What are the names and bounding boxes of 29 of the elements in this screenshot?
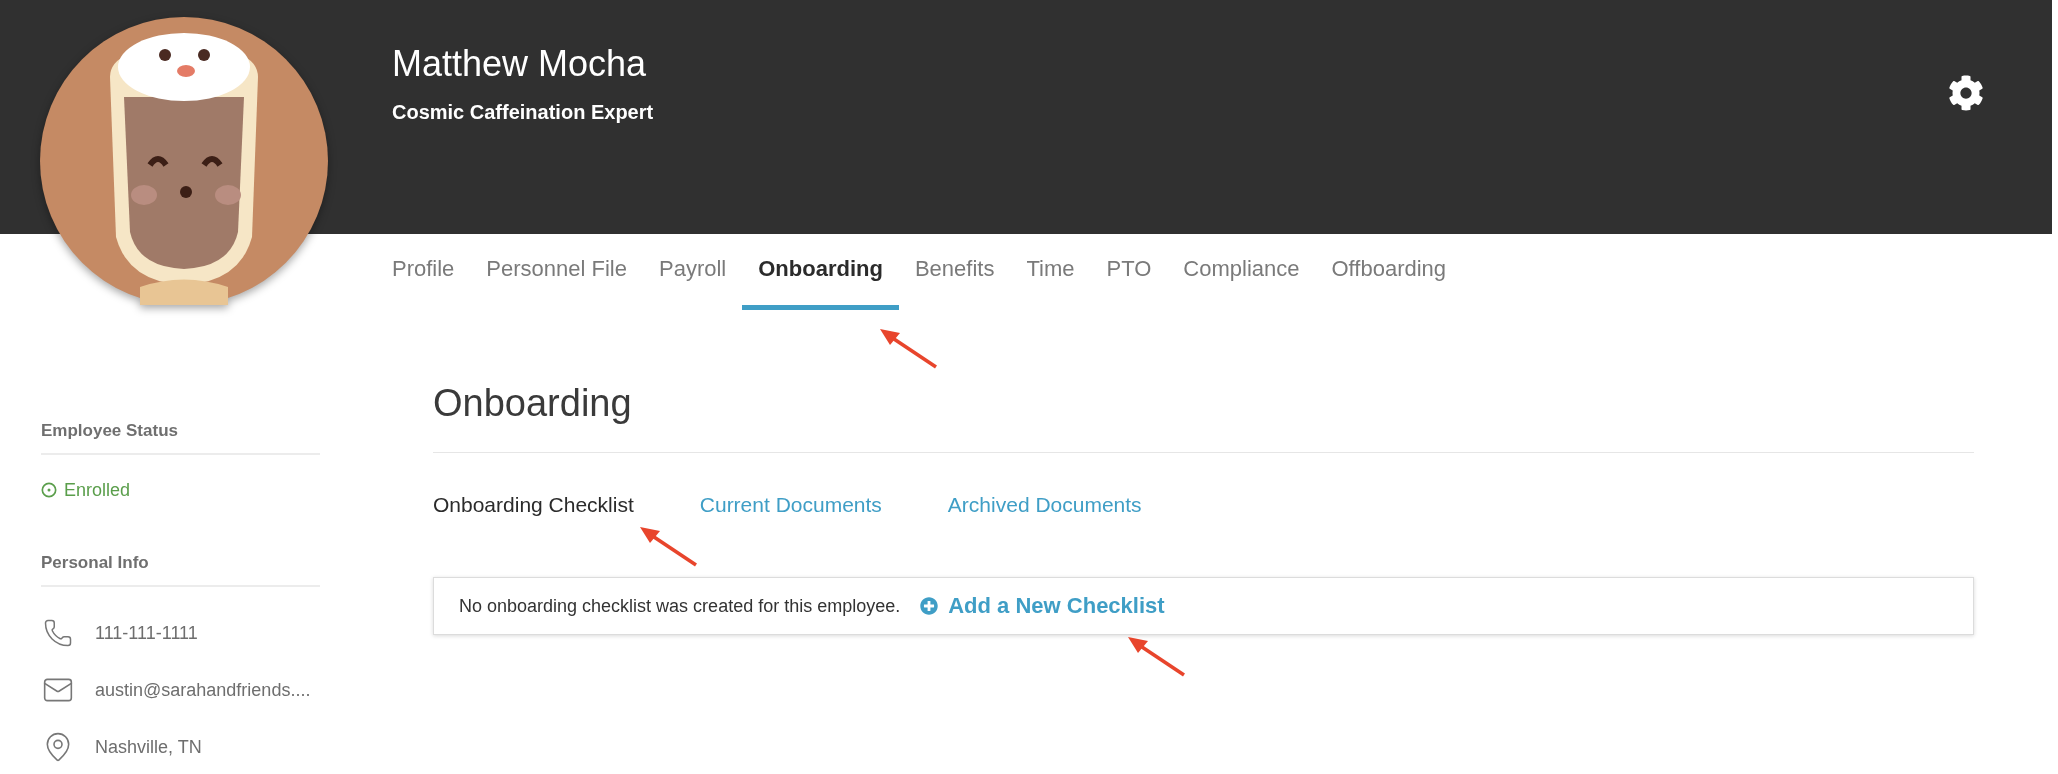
- phone-icon: [43, 618, 73, 648]
- nav-tab[interactable]: Onboarding: [742, 234, 899, 310]
- status-text: Enrolled: [64, 479, 131, 501]
- nav-tab[interactable]: Compliance: [1167, 234, 1316, 310]
- nav-tab[interactable]: Payroll: [643, 234, 743, 310]
- notice-message: No onboarding checklist was created for this employee.: [459, 595, 901, 617]
- settings-icon[interactable]: [1948, 75, 1984, 111]
- add-checklist-link[interactable]: Add a New Checklist: [920, 593, 1165, 619]
- nav-tab[interactable]: Time: [1010, 234, 1091, 310]
- nav-tab[interactable]: Offboarding: [1315, 234, 1463, 310]
- phone-text: 111-111-1111: [95, 622, 198, 644]
- sub-tab[interactable]: Current Documents: [699, 493, 882, 517]
- employee-name: Matthew Mocha: [392, 42, 648, 86]
- page-heading: Onboarding: [433, 380, 1974, 453]
- radio-dot-icon: [41, 482, 57, 498]
- email-text: austin@sarahandfriends....: [95, 679, 311, 701]
- nav-tab[interactable]: Personnel File: [470, 234, 643, 310]
- annotation-arrow: [640, 527, 697, 567]
- annotation-arrow: [880, 329, 937, 369]
- nav-tab[interactable]: PTO: [1090, 234, 1168, 310]
- sub-tab[interactable]: Archived Documents: [947, 493, 1142, 517]
- employee-title: Cosmic Caffeination Expert: [392, 100, 654, 124]
- nav-tab[interactable]: Benefits: [898, 234, 1011, 310]
- section-heading: Employee Status: [41, 420, 320, 455]
- annotation-arrow: [1128, 637, 1185, 677]
- nav-tab[interactable]: Profile: [376, 234, 471, 310]
- section-heading: Personal Info: [41, 552, 320, 587]
- sub-tab[interactable]: Onboarding Checklist: [433, 493, 634, 517]
- location-text: Nashville, TN: [95, 736, 202, 758]
